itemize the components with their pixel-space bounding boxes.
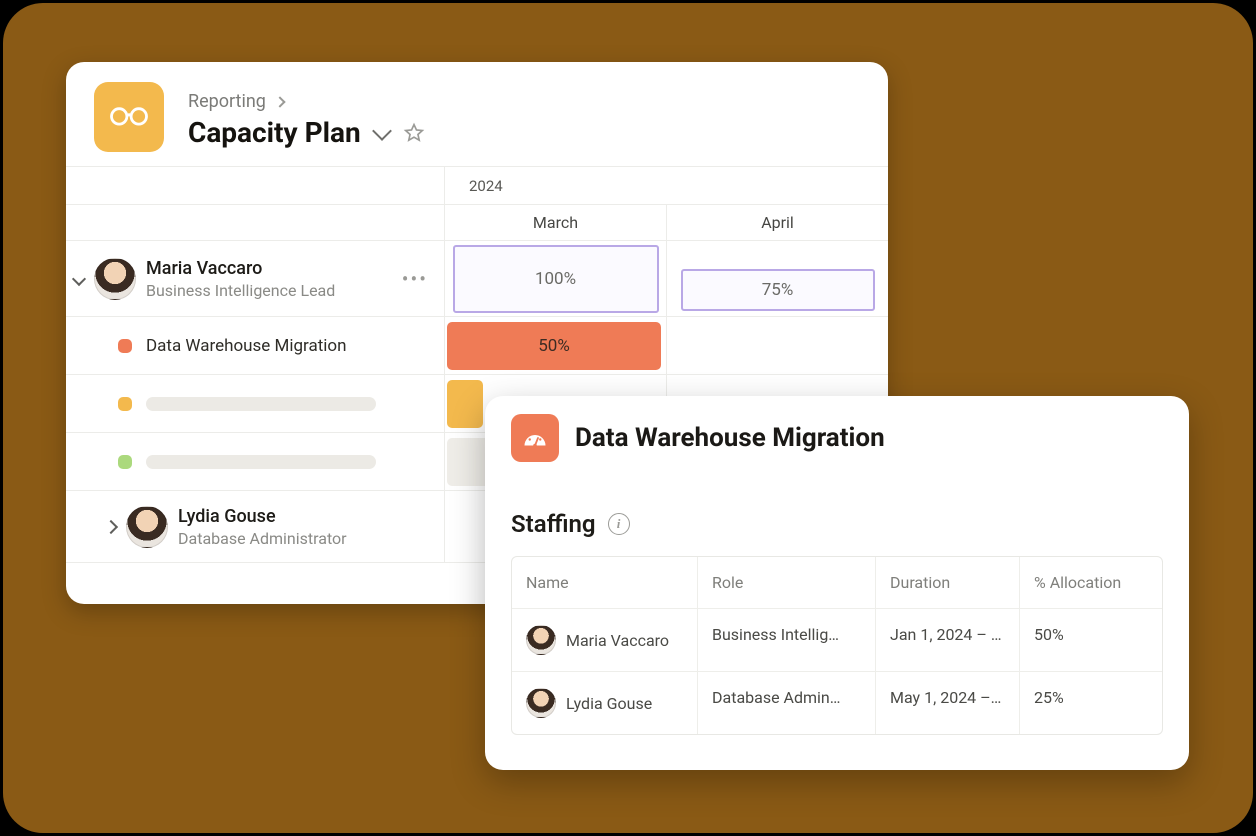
avatar (94, 258, 136, 300)
task-color-swatch (118, 397, 132, 411)
grid-blank (66, 167, 444, 205)
chevron-right-icon (274, 96, 285, 107)
col-duration: Duration (876, 557, 1020, 608)
cell-name: Lydia Gouse (512, 672, 698, 734)
task-name: Data Warehouse Migration (146, 336, 347, 356)
person-row-maria[interactable]: Maria Vaccaro Business Intelligence Lead… (66, 241, 444, 317)
placeholder-text (146, 455, 376, 469)
breadcrumb[interactable]: Reporting (188, 91, 860, 112)
project-staffing-popover: Data Warehouse Migration Staffing i Name… (485, 396, 1189, 770)
task-bar-cell-empty (666, 317, 888, 375)
person-row-lydia[interactable]: Lydia Gouse Database Administrator (66, 491, 444, 563)
panel-header: Reporting Capacity Plan (66, 62, 888, 166)
allocation-cell-march[interactable]: 100% (444, 241, 666, 317)
allocation-cell-april[interactable]: 75% (666, 241, 888, 317)
placeholder-text (146, 397, 376, 411)
year-label: 2024 (444, 167, 888, 205)
breadcrumb-parent[interactable]: Reporting (188, 91, 266, 112)
gauge-icon (511, 414, 559, 462)
task-row-placeholder[interactable] (66, 375, 444, 433)
person-role: Business Intelligence Lead (146, 281, 386, 300)
col-allocation: % Allocation (1020, 557, 1162, 608)
staffing-table: Name Role Duration % Allocation Maria Va… (511, 556, 1163, 735)
task-bar-cell[interactable]: 50% (444, 317, 666, 375)
page-title: Capacity Plan (188, 116, 361, 149)
avatar (526, 625, 556, 655)
avatar (126, 506, 168, 548)
cell-duration: Jan 1, 2024 – … (876, 609, 1020, 671)
info-icon[interactable]: i (608, 513, 630, 535)
cell-allocation: 25% (1020, 672, 1162, 734)
allocation-april[interactable]: 75% (681, 269, 875, 311)
staff-name: Lydia Gouse (566, 694, 652, 713)
more-actions-icon[interactable]: ••• (396, 263, 434, 295)
app-logo (94, 82, 164, 152)
month-march: March (444, 205, 666, 241)
expand-toggle-icon[interactable] (104, 519, 118, 533)
cell-name: Maria Vaccaro (512, 609, 698, 671)
person-name: Maria Vaccaro (146, 258, 386, 279)
person-role: Database Administrator (178, 529, 444, 548)
timeline-year: 2024 (469, 177, 503, 195)
person-name: Lydia Gouse (178, 506, 444, 527)
glasses-icon (108, 101, 150, 133)
star-icon[interactable] (403, 122, 425, 144)
popover-title: Data Warehouse Migration (575, 423, 885, 453)
col-role: Role (698, 557, 876, 608)
cell-allocation: 50% (1020, 609, 1162, 671)
popover-header: Data Warehouse Migration (511, 414, 1163, 462)
task-row-placeholder[interactable] (66, 433, 444, 491)
staff-name: Maria Vaccaro (566, 631, 669, 650)
chevron-down-icon[interactable] (372, 121, 392, 141)
task-color-swatch (118, 339, 132, 353)
staffing-section-label: Staffing (511, 510, 596, 538)
task-bar-partial[interactable] (447, 380, 483, 428)
cell-role: Database Admin… (698, 672, 876, 734)
grid-blank (66, 205, 444, 241)
staffing-section-header: Staffing i (511, 510, 1163, 538)
month-april: April (666, 205, 888, 241)
avatar (526, 688, 556, 718)
allocation-march[interactable]: 100% (453, 245, 659, 313)
task-color-swatch (118, 455, 132, 469)
cell-duration: May 1, 2024 – … (876, 672, 1020, 734)
expand-toggle-icon[interactable] (72, 271, 86, 285)
table-header-row: Name Role Duration % Allocation (512, 557, 1162, 608)
table-row[interactable]: Lydia Gouse Database Admin… May 1, 2024 … (512, 671, 1162, 734)
task-row-dwm[interactable]: Data Warehouse Migration (66, 317, 444, 375)
cell-role: Business Intellig… (698, 609, 876, 671)
table-row[interactable]: Maria Vaccaro Business Intellig… Jan 1, … (512, 608, 1162, 671)
col-name: Name (512, 557, 698, 608)
task-bar-march[interactable]: 50% (447, 322, 661, 370)
